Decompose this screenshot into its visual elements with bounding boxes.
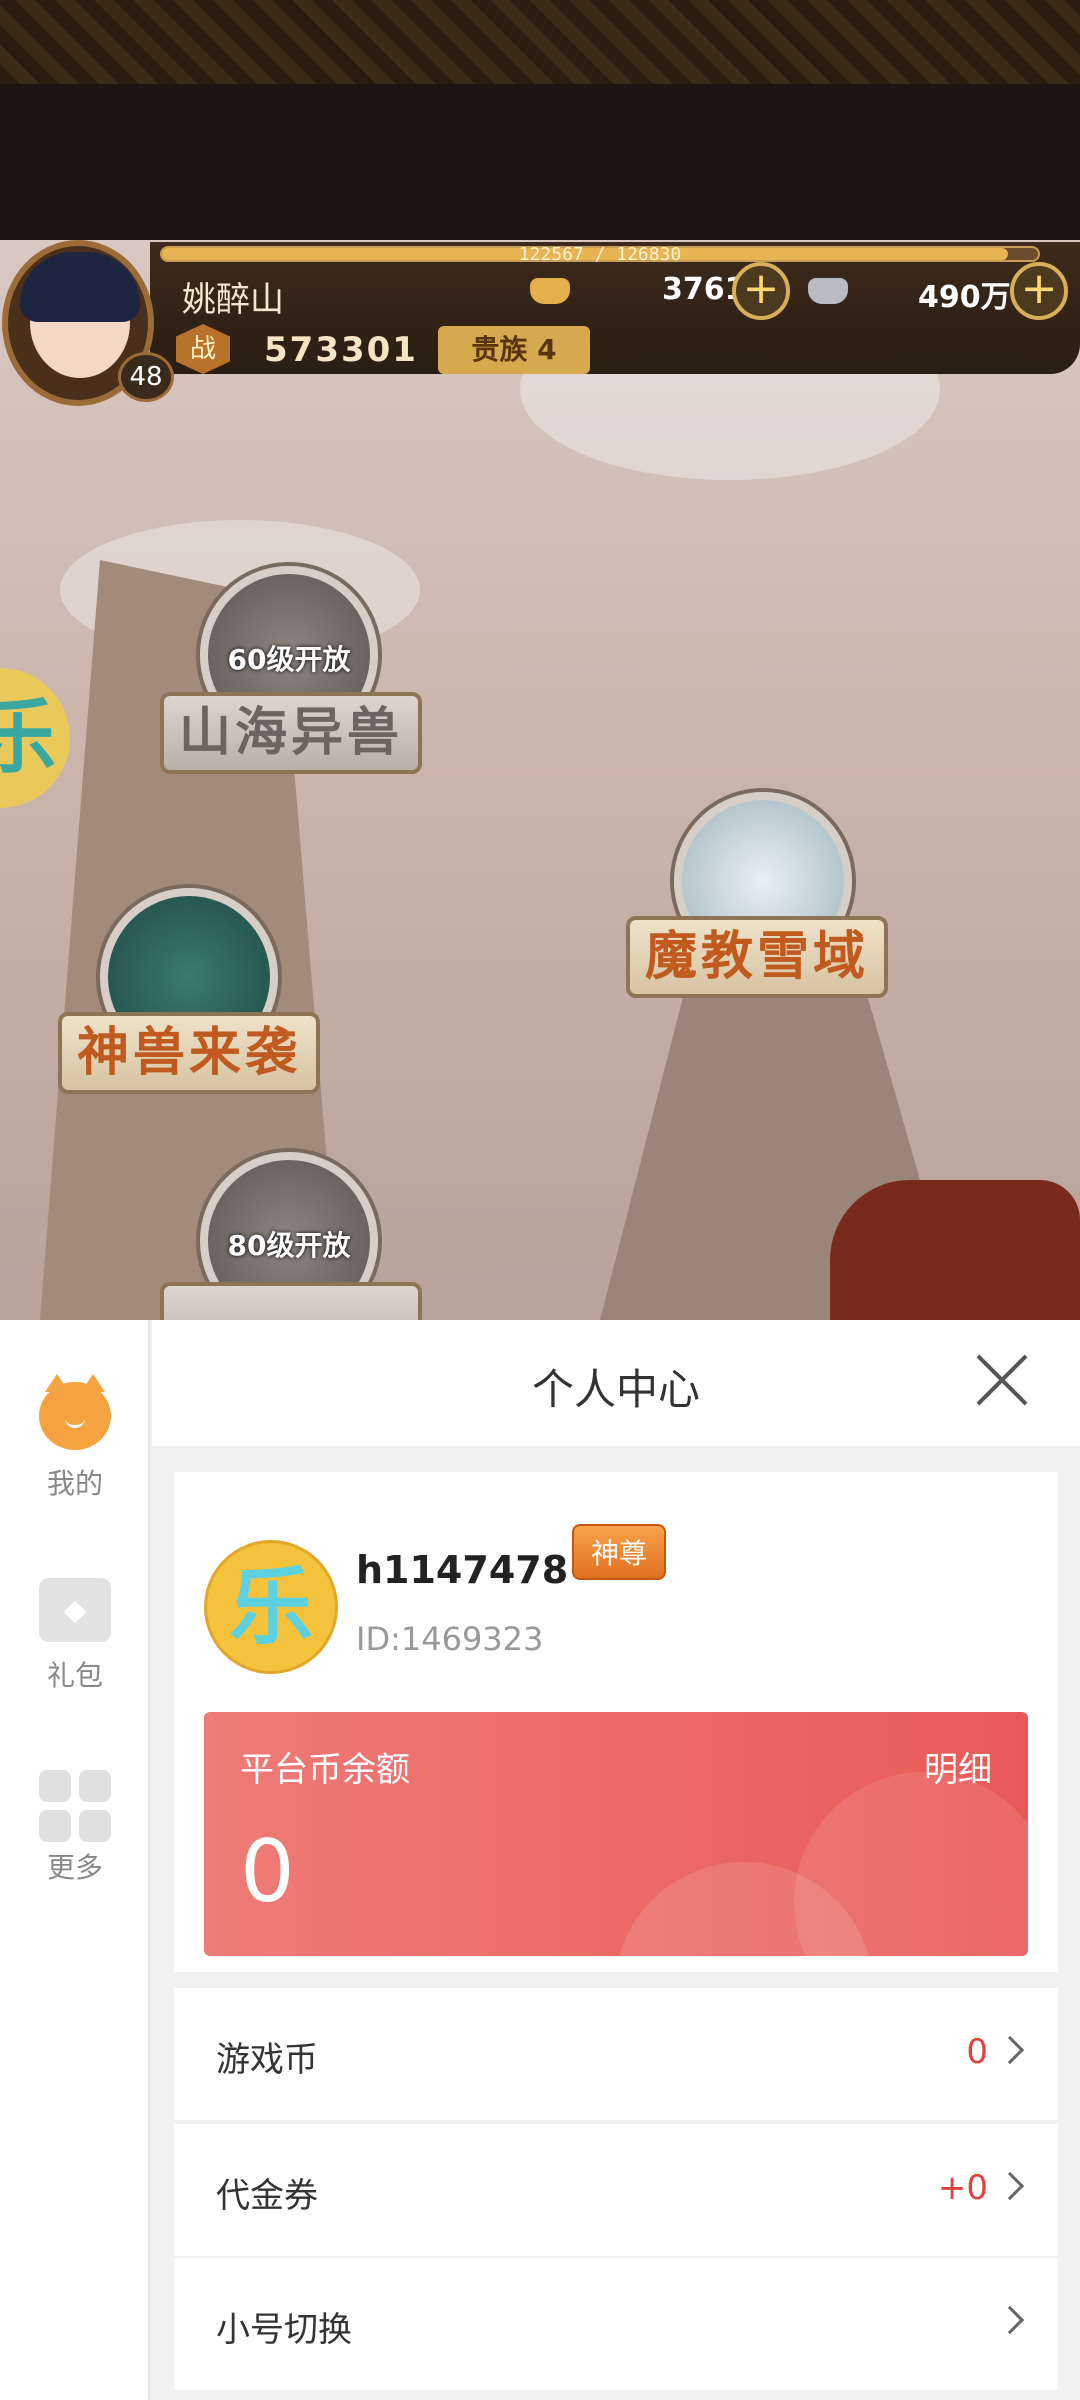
row-value: +0	[937, 2168, 988, 2208]
add-silver-button[interactable]: +	[1010, 262, 1068, 320]
exp-bar: 122567 / 126830	[160, 244, 1040, 265]
enemy-figure	[830, 1180, 1080, 1320]
more-grid-icon	[39, 1770, 111, 1842]
row-label: 小号切换	[216, 2310, 352, 2350]
level-badge: 48	[118, 352, 174, 402]
row-label: 游戏币	[216, 2040, 318, 2080]
row-value: 0	[966, 2032, 988, 2072]
close-icon[interactable]	[972, 1350, 1032, 1410]
balance-value: 0	[240, 1822, 295, 1922]
vip-badge: 神尊	[572, 1524, 666, 1580]
gift-icon	[39, 1578, 111, 1642]
personal-center-sheet: 我的 礼包 更多 个人中心 乐 h1147478 神尊 ID:1469323 平…	[0, 1320, 1080, 2400]
nav-label-more: 更多	[46, 1851, 103, 1884]
chevron-right-icon	[995, 2305, 1025, 2335]
node-label	[160, 1282, 422, 1320]
nav-item-more[interactable]: 更多	[0, 1770, 150, 1886]
exp-text: 122567 / 126830	[518, 244, 682, 265]
main-panel: 个人中心 乐 h1147478 神尊 ID:1469323 平台币余额 明细 0…	[152, 1320, 1080, 2400]
balance-detail-link[interactable]: 明细	[924, 1742, 992, 1791]
nav-label-mine: 我的	[46, 1467, 103, 1500]
cat-icon	[39, 1374, 111, 1450]
node-label: 山海异兽	[160, 692, 422, 774]
node-label: 神兽来袭	[58, 1012, 320, 1094]
noble-badge[interactable]: 贵族 4	[438, 326, 590, 374]
chevron-right-icon	[995, 2171, 1025, 2201]
row-label: 代金券	[216, 2176, 318, 2216]
silver-ingot-icon	[808, 278, 848, 304]
nav-label-gift: 礼包	[46, 1659, 103, 1692]
nav-item-gift[interactable]: 礼包	[0, 1578, 150, 1694]
row-voucher[interactable]: 代金券 +0	[174, 2124, 1058, 2256]
decor-circle	[794, 1772, 1028, 1956]
chevron-right-icon	[995, 2035, 1025, 2065]
username: h1147478	[356, 1548, 569, 1592]
user-card: 乐 h1147478 神尊 ID:1469323 平台币余额 明细 0 游戏币 …	[174, 1472, 1058, 2390]
balance-label: 平台币余额	[240, 1750, 410, 1790]
user-id: ID:1469323	[356, 1620, 544, 1658]
game-top-decoration	[0, 0, 1080, 84]
silver-amount: 490万	[918, 280, 1011, 315]
side-nav: 我的 礼包 更多	[0, 1320, 150, 2400]
node-lock-text: 60级开放	[227, 643, 351, 676]
add-gold-button[interactable]: +	[732, 262, 790, 320]
node-lock-text: 80级开放	[227, 1229, 351, 1262]
row-game-coin[interactable]: 游戏币 0	[174, 1988, 1058, 2120]
game-top-dark-strip	[0, 84, 1080, 240]
avatar-hair	[20, 252, 140, 322]
row-switch-account[interactable]: 小号切换	[174, 2258, 1058, 2390]
player-name: 姚醉山	[182, 280, 284, 320]
balance-card: 平台币余额 明细 0	[204, 1712, 1028, 1956]
avatar[interactable]: 乐	[204, 1540, 338, 1674]
gold-ingot-icon	[530, 278, 570, 304]
nav-item-mine[interactable]: 我的	[0, 1374, 150, 1502]
user-info-section: 乐 h1147478 神尊 ID:1469323 平台币余额 明细 0	[174, 1472, 1058, 1972]
power-value: 573301	[264, 330, 418, 370]
node-label: 魔教雪域	[626, 916, 888, 998]
page-title: 个人中心	[531, 1365, 700, 1414]
game-view[interactable]: 122567 / 126830 48 姚醉山 3761 + 490万 + 战 5…	[0, 0, 1080, 1320]
panel-header: 个人中心	[152, 1320, 1080, 1448]
